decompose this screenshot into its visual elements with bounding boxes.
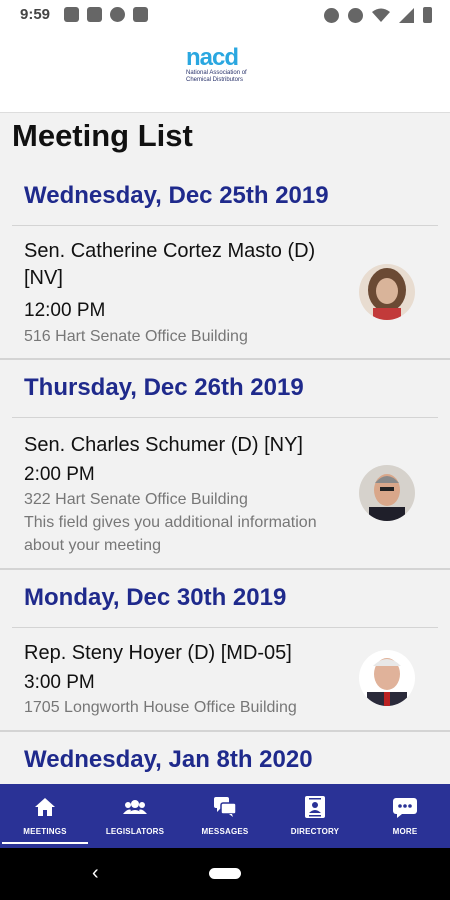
meeting-time: 3:00 PM [24,672,95,693]
meeting-time: 2:00 PM [24,464,95,485]
signal-icon [399,7,414,23]
legislator-name: Sen. Catherine Cortez Masto (D) [NV] [24,240,316,289]
avatar [359,465,415,521]
tab-label: DIRECTORY [290,827,340,836]
system-nav-bar: ‹ [0,848,450,900]
status-bar: 9:59 [0,0,450,30]
day-label: Wednesday, Dec 25th 2019 [24,182,329,209]
battery-icon [423,7,432,23]
meeting-location: 1705 Longworth House Office Building [24,699,297,716]
logo-subtitle-line1: National Association of [186,70,247,76]
active-indicator [2,842,88,844]
a-icon [110,7,125,22]
day-header: Wednesday, Jan 8th 2020 [0,734,450,784]
tab-more[interactable]: MORE [360,784,450,848]
tab-label: MORE [392,827,418,836]
app-header: nacd National Association of Chemical Di… [0,30,450,113]
day-header: Thursday, Dec 26th 2019 [0,362,450,418]
tab-directory[interactable]: DIRECTORY [270,784,360,848]
more-icon [393,798,417,818]
nacd-logo: nacd National Association of Chemical Di… [186,46,266,94]
contact-card-icon [305,796,325,818]
tab-messages[interactable]: MESSAGES [180,784,270,848]
people-icon [123,800,147,814]
meeting-time: 12:00 PM [24,300,106,321]
image-icon [133,7,148,22]
day-header: Wednesday, Dec 25th 2019 [0,170,450,226]
meeting-item[interactable]: Sen. Catherine Cortez Masto (D) [NV] 12:… [0,226,450,360]
meeting-item[interactable]: Rep. Steny Hoyer (D) [MD-05] 3:00 PM 170… [0,628,450,732]
alarm-icon [324,7,339,23]
day-label: Thursday, Dec 26th 2019 [24,374,304,401]
hotspot-icon [348,7,363,23]
avatar [359,650,415,706]
status-time: 9:59 [20,6,51,23]
day-label: Monday, Dec 30th 2019 [24,584,287,611]
tab-label: MESSAGES [201,827,249,836]
tab-label: MEETINGS [23,827,67,836]
status-right-icons [324,7,432,23]
logo-mark: nacd [186,44,239,71]
meeting-item[interactable]: Sen. Charles Schumer (D) [NY] 2:00 PM 32… [0,418,450,570]
status-left-icons [64,7,148,22]
avatar [359,264,415,320]
day-label: Wednesday, Jan 8th 2020 [24,746,313,773]
legislator-name: Sen. Charles Schumer (D) [NY] [24,434,303,456]
meeting-location: 516 Hart Senate Office Building [24,328,248,345]
meeting-list[interactable]: Meeting List Wednesday, Dec 25th 2019 Se… [0,112,450,784]
gallery-icon [64,7,79,22]
logo-subtitle-line2: Chemical Distributors [186,77,244,83]
meeting-location: 322 Hart Senate Office Building [24,491,248,508]
tab-legislators[interactable]: LEGISLATORS [90,784,180,848]
page-title: Meeting List [12,118,193,153]
day-header: Monday, Dec 30th 2019 [0,572,450,628]
tab-meetings[interactable]: MEETINGS [0,784,90,848]
tab-label: LEGISLATORS [105,827,165,836]
back-icon[interactable]: ‹ [92,862,99,885]
legislator-name: Rep. Steny Hoyer (D) [MD-05] [24,642,292,664]
chat-icon [214,797,237,817]
bottom-nav: MEETINGS LEGISLATORS MESSAGES DIRECTORY … [0,784,450,848]
home-pill-icon[interactable] [209,868,241,879]
wifi-icon [372,8,390,22]
font-icon [87,7,102,22]
meeting-notes: This field gives you additional informat… [24,514,317,554]
home-icon [35,798,55,816]
